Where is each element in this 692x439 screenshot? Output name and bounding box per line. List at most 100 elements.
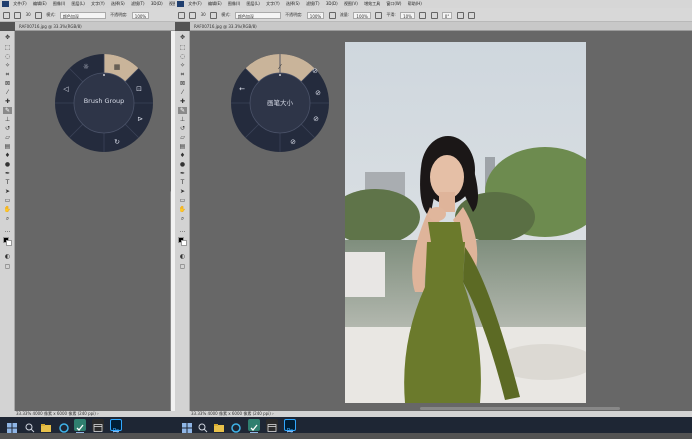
airbrush-icon[interactable] [375, 11, 383, 19]
menu-edit[interactable]: 编辑(E) [33, 0, 47, 8]
brush-tool-icon[interactable] [14, 11, 22, 19]
brush-tool-icon[interactable]: ✎ [3, 107, 12, 114]
gradient-tool-icon[interactable]: ▤ [3, 143, 12, 150]
quick-select-tool-icon[interactable]: ✧ [178, 62, 187, 69]
clone-stamp-tool-icon[interactable]: ⊥ [178, 116, 187, 123]
brush-settings-icon[interactable] [34, 11, 42, 19]
marquee-tool-icon[interactable]: ⬚ [3, 44, 12, 51]
symmetry-icon[interactable] [467, 11, 475, 19]
blur-tool-icon[interactable]: ♦ [3, 152, 12, 159]
eyedropper-tool-icon[interactable]: ⁄ [3, 89, 12, 96]
gradient-tool-icon[interactable]: ▤ [178, 143, 187, 150]
calendar-app-icon[interactable] [266, 419, 278, 432]
opacity-field[interactable]: 100% [131, 11, 150, 19]
search-icon[interactable] [197, 419, 209, 433]
pressure-size-icon[interactable] [456, 11, 464, 19]
brush-tool-icon[interactable]: ✎ [178, 107, 187, 114]
menu-plugins[interactable]: 增效工具 [364, 0, 380, 8]
menu-3d[interactable]: 3D(D) [151, 0, 163, 8]
hand-tool-icon[interactable]: ✋ [178, 206, 187, 213]
menu-filter[interactable]: 滤镜(T) [306, 0, 320, 8]
file-explorer-icon[interactable] [40, 419, 52, 432]
brush-size-value[interactable]: 30 [26, 8, 31, 21]
menu-type[interactable]: 文字(Y) [266, 0, 280, 8]
dodge-tool-icon[interactable]: ● [178, 161, 187, 168]
more-tools-icon[interactable]: … [3, 227, 12, 234]
menu-layer[interactable]: 图层(L) [72, 0, 85, 8]
menu-3d[interactable]: 3D(D) [326, 0, 338, 8]
history-brush-tool-icon[interactable]: ↺ [3, 125, 12, 132]
menu-edit[interactable]: 编辑(E) [208, 0, 222, 8]
clone-stamp-tool-icon[interactable]: ⊥ [3, 116, 12, 123]
zoom-tool-icon[interactable]: ⌕ [178, 215, 187, 222]
checkmark-app-icon[interactable] [74, 419, 86, 433]
menu-layer[interactable]: 图层(L) [247, 0, 260, 8]
menu-view[interactable]: 视图(V) [344, 0, 358, 8]
more-tools-icon[interactable]: … [178, 227, 187, 234]
brush-settings-icon[interactable] [209, 11, 217, 19]
home-icon[interactable] [3, 11, 10, 19]
eraser-tool-icon[interactable]: ▱ [3, 134, 12, 141]
checkmark-app-icon[interactable] [248, 419, 260, 433]
angle-icon[interactable] [430, 11, 438, 19]
screen-mode-icon[interactable]: ▢ [178, 263, 187, 270]
lasso-tool-icon[interactable]: ◌ [178, 53, 187, 60]
menu-image[interactable]: 图像(I) [53, 0, 65, 8]
zoom-tool-icon[interactable]: ⌕ [3, 215, 12, 222]
cortana-icon[interactable] [58, 419, 70, 433]
menu-file[interactable]: 文件(F) [188, 0, 201, 8]
menu-image[interactable]: 图像(I) [228, 0, 240, 8]
photoshop-icon[interactable]: Ps [110, 419, 122, 435]
quick-select-tool-icon[interactable]: ✧ [3, 62, 12, 69]
eyedropper-tool-icon[interactable]: ⁄ [178, 89, 187, 96]
screen-mode-icon[interactable]: ▢ [3, 263, 12, 270]
canvas-area[interactable]: ⁄ ← ⊘ ⊘ ⊘ ⊘ 画笔大小 [190, 31, 692, 411]
hand-tool-icon[interactable]: ✋ [3, 206, 12, 213]
document-tab[interactable]: RAF00716.jpg @ 33.3%(RGB/8) [19, 24, 82, 29]
pen-tool-icon[interactable]: ✒ [178, 170, 187, 177]
pen-tool-icon[interactable]: ✒ [3, 170, 12, 177]
healing-brush-tool-icon[interactable]: ✚ [178, 98, 187, 105]
background-color-swatch[interactable] [6, 240, 12, 246]
smoothing-field[interactable]: 10% [400, 11, 415, 19]
move-tool-icon[interactable]: ✥ [178, 34, 187, 41]
opacity-field[interactable]: 100% [306, 11, 325, 19]
cortana-icon[interactable] [230, 419, 242, 433]
crop-tool-icon[interactable]: ⌗ [3, 71, 12, 78]
marquee-tool-icon[interactable]: ⬚ [178, 44, 187, 51]
calendar-app-icon[interactable] [92, 419, 104, 432]
quick-mask-icon[interactable]: ◐ [178, 253, 187, 260]
home-icon[interactable] [178, 11, 185, 19]
brush-tool-icon[interactable] [189, 11, 197, 19]
pressure-opacity-icon[interactable] [328, 11, 336, 19]
start-icon[interactable] [181, 419, 193, 433]
healing-brush-tool-icon[interactable]: ✚ [3, 98, 12, 105]
angle-field[interactable]: 0° [441, 11, 453, 19]
mode-select[interactable]: 颜色加深 [234, 11, 281, 19]
blur-tool-icon[interactable]: ♦ [178, 152, 187, 159]
history-brush-tool-icon[interactable]: ↺ [178, 125, 187, 132]
shape-tool-icon[interactable]: ▭ [178, 197, 187, 204]
lasso-tool-icon[interactable]: ◌ [3, 53, 12, 60]
eraser-tool-icon[interactable]: ▱ [178, 134, 187, 141]
crop-tool-icon[interactable]: ⌗ [178, 71, 187, 78]
horizontal-scrollbar[interactable] [420, 407, 620, 410]
quick-mask-icon[interactable]: ◐ [3, 253, 12, 260]
menu-help[interactable]: 帮助(H) [408, 0, 422, 8]
move-tool-icon[interactable]: ✥ [3, 34, 12, 41]
photoshop-icon[interactable]: Ps [284, 419, 296, 435]
menu-select[interactable]: 选择(S) [111, 0, 125, 8]
dodge-tool-icon[interactable]: ● [3, 161, 12, 168]
mode-select[interactable]: 颜色加深 [59, 11, 106, 19]
file-explorer-icon[interactable] [213, 419, 225, 432]
shape-tool-icon[interactable]: ▭ [3, 197, 12, 204]
start-icon[interactable] [6, 419, 18, 433]
menu-file[interactable]: 文件(F) [13, 0, 26, 8]
path-select-tool-icon[interactable]: ➤ [3, 188, 12, 195]
menu-filter[interactable]: 滤镜(T) [131, 0, 145, 8]
frame-tool-icon[interactable]: ⊠ [3, 80, 12, 87]
background-color-swatch[interactable] [181, 240, 187, 246]
menu-select[interactable]: 选择(S) [286, 0, 300, 8]
flow-field[interactable]: 100% [353, 11, 371, 19]
type-tool-icon[interactable]: T [3, 179, 12, 186]
